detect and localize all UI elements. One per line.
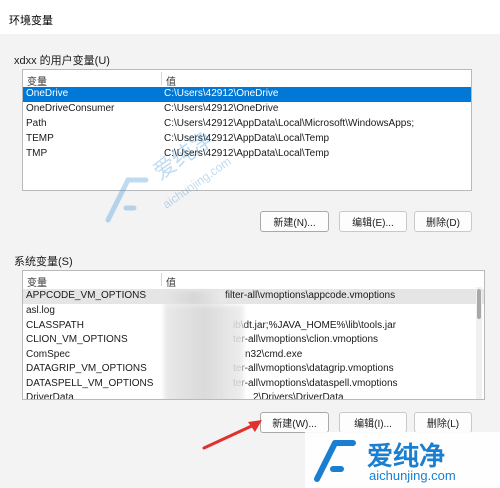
system-delete-button[interactable]: 删除(L): [414, 412, 472, 433]
system-var-row-datagrip[interactable]: DATAGRIP_VM_OPTIONS ter-all\vmoptions\da…: [23, 362, 484, 377]
column-separator[interactable]: [161, 72, 162, 85]
var-name: OneDriveConsumer: [26, 103, 115, 114]
system-new-button[interactable]: 新建(W)...: [260, 412, 329, 433]
corner-watermark: 爱纯净 aichunjing.com: [305, 432, 500, 488]
user-var-row-path[interactable]: Path C:\Users\42912\AppData\Local\Micros…: [23, 117, 471, 132]
title-bar: 环境变量: [0, 0, 500, 34]
user-var-row-onedrive[interactable]: OneDrive C:\Users\42912\OneDrive: [23, 87, 471, 102]
col-variable-header[interactable]: 变量: [27, 274, 47, 289]
var-name: CLASSPATH: [26, 320, 84, 331]
scroll-thumb[interactable]: [477, 289, 481, 319]
system-var-row-comspec[interactable]: ComSpec n32\cmd.exe: [23, 348, 484, 363]
var-value: ter-all\vmoptions\dataspell.vmoptions: [233, 378, 398, 389]
var-name: DATAGRIP_VM_OPTIONS: [26, 363, 147, 374]
col-value-header[interactable]: 值: [166, 274, 176, 289]
var-name: Path: [26, 118, 47, 129]
vertical-scrollbar[interactable]: [476, 287, 482, 399]
var-value: C:\Users\42912\AppData\Local\Temp: [164, 133, 330, 144]
user-vars-list[interactable]: 变量 值 OneDrive C:\Users\42912\OneDrive On…: [22, 69, 472, 191]
var-name: APPCODE_VM_OPTIONS: [26, 290, 147, 301]
column-separator[interactable]: [161, 273, 162, 286]
var-value: C:\Users\42912\OneDrive: [164, 88, 279, 99]
blurred-region: [164, 291, 224, 305]
var-value: C:\Users\42912\AppData\Local\Microsoft\W…: [164, 118, 415, 129]
var-value: ter-all\vmoptions\datagrip.vmoptions: [233, 363, 394, 374]
var-name: DriverData: [26, 392, 74, 400]
var-name: asl.log: [26, 305, 55, 316]
var-value: n32\cmd.exe: [245, 349, 303, 360]
var-name: OneDrive: [26, 88, 69, 99]
system-var-row-classpath[interactable]: CLASSPATH ib\dt.jar;%JAVA_HOME%\lib\tool…: [23, 319, 484, 334]
corner-brand-text: 爱纯净: [367, 441, 446, 471]
var-name: TMP: [26, 148, 48, 159]
environment-variables-dialog: 环境变量 xdxx 的用户变量(U) 变量 值 OneDrive C:\User…: [0, 0, 500, 488]
blurred-region: [164, 305, 244, 399]
var-value: ter-all\vmoptions\clion.vmoptions: [233, 334, 379, 345]
system-vars-group-label: 系统变量(S): [14, 256, 73, 268]
system-var-row-appcode[interactable]: APPCODE_VM_OPTIONS filter-all\vmoptions\…: [23, 289, 484, 304]
system-var-row-asl-log[interactable]: asl.log: [23, 304, 484, 319]
user-var-row-temp[interactable]: TEMP C:\Users\42912\AppData\Local\Temp: [23, 132, 471, 147]
col-variable-header[interactable]: 变量: [27, 73, 47, 88]
var-name: DATASPELL_VM_OPTIONS: [26, 378, 154, 389]
user-new-button[interactable]: 新建(N)...: [260, 211, 329, 232]
brand-logo-icon: [314, 440, 356, 482]
system-vars-header: 变量 值: [23, 271, 484, 289]
var-value: C:\Users\42912\OneDrive: [164, 103, 279, 114]
user-edit-button[interactable]: 编辑(E)...: [339, 211, 407, 232]
var-value: filter-all\vmoptions\appcode.vmoptions: [225, 290, 396, 301]
var-name: CLION_VM_OPTIONS: [26, 334, 128, 345]
var-value: 2\Drivers\DriverData: [253, 392, 344, 400]
user-var-row-onedriveconsumer[interactable]: OneDriveConsumer C:\Users\42912\OneDrive: [23, 102, 471, 117]
user-vars-header: 变量 值: [23, 70, 471, 88]
system-var-row-clion[interactable]: CLION_VM_OPTIONS ter-all\vmoptions\clion…: [23, 333, 484, 348]
var-name: ComSpec: [26, 349, 70, 360]
red-arrow-annotation: [202, 420, 262, 450]
col-value-header[interactable]: 值: [166, 73, 176, 88]
user-delete-button[interactable]: 删除(D): [414, 211, 472, 232]
system-var-row-dataspell[interactable]: DATASPELL_VM_OPTIONS ter-all\vmoptions\d…: [23, 377, 484, 392]
system-edit-button[interactable]: 编辑(I)...: [339, 412, 407, 433]
var-value: C:\Users\42912\AppData\Local\Temp: [164, 148, 330, 159]
user-vars-group-label: xdxx 的用户变量(U): [14, 55, 110, 67]
var-value: ib\dt.jar;%JAVA_HOME%\lib\tools.jar: [233, 320, 397, 331]
system-vars-list[interactable]: 变量 值 APPCODE_VM_OPTIONS filter-all\vmopt…: [22, 270, 485, 400]
corner-url-text: aichunjing.com: [369, 468, 456, 483]
user-var-row-tmp[interactable]: TMP C:\Users\42912\AppData\Local\Temp: [23, 147, 471, 162]
var-name: TEMP: [26, 133, 54, 144]
window-title: 环境变量: [9, 15, 53, 27]
system-var-row-driverdata[interactable]: DriverData 2\Drivers\DriverData: [23, 391, 484, 400]
